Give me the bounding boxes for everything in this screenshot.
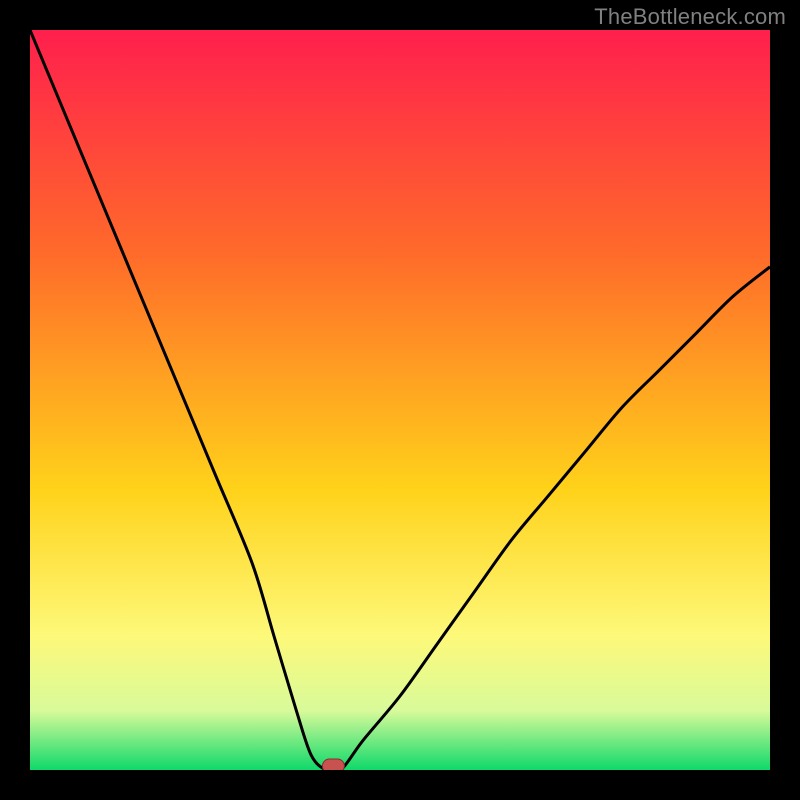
optimal-marker bbox=[322, 759, 344, 770]
chart-frame: TheBottleneck.com bbox=[0, 0, 800, 800]
watermark-text: TheBottleneck.com bbox=[594, 4, 786, 30]
bottleneck-plot bbox=[30, 30, 770, 770]
plot-svg bbox=[30, 30, 770, 770]
gradient-background bbox=[30, 30, 770, 770]
